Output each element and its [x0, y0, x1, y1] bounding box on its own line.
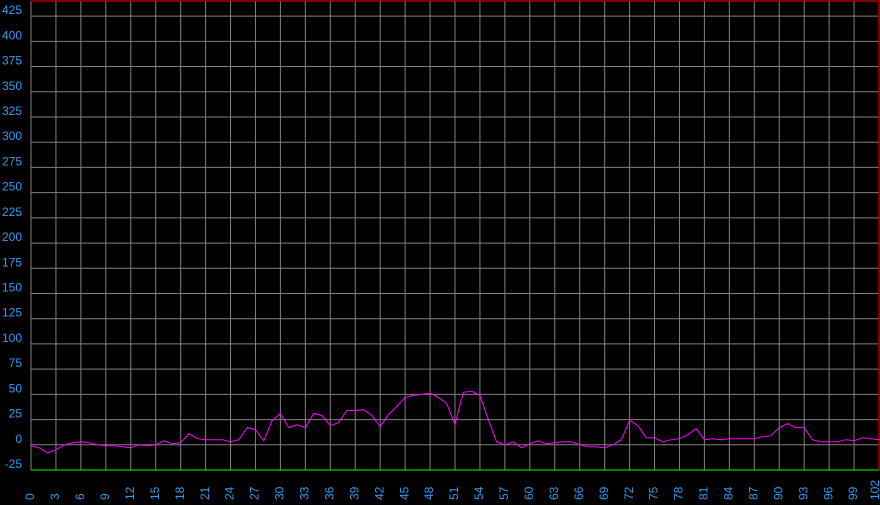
y-tick-label: 300	[2, 129, 22, 143]
y-tick-label: 125	[2, 306, 22, 320]
y-tick-label: 150	[2, 280, 22, 294]
x-tick-label: 6	[73, 493, 87, 500]
x-tick-label: 81	[697, 486, 711, 500]
y-tick-label: 275	[2, 154, 22, 168]
line-chart: -250255075100125150175200225250275300325…	[0, 0, 880, 505]
x-tick-label: 87	[746, 486, 760, 500]
x-tick-label: 36	[322, 486, 336, 500]
x-tick-label: 42	[372, 486, 386, 500]
y-tick-label: -25	[5, 457, 23, 471]
x-tick-label: 99	[846, 486, 860, 500]
x-tick-label: 93	[796, 486, 810, 500]
x-tick-label: 0	[23, 493, 37, 500]
x-tick-label: 48	[422, 486, 436, 500]
x-tick-label: 78	[672, 486, 686, 500]
x-tick-label: 24	[223, 486, 237, 500]
y-tick-label: 100	[2, 331, 22, 345]
y-tick-label: 200	[2, 230, 22, 244]
x-tick-label: 15	[148, 486, 162, 500]
x-tick-label: 63	[547, 486, 561, 500]
x-tick-label: 3	[48, 493, 62, 500]
y-tick-label: 375	[2, 54, 22, 68]
x-tick-label: 21	[198, 486, 212, 500]
x-tick-label: 84	[722, 486, 736, 500]
y-tick-label: 225	[2, 205, 22, 219]
x-tick-label: 75	[647, 486, 661, 500]
x-tick-label: 96	[821, 486, 835, 500]
x-tick-label: 66	[572, 486, 586, 500]
x-tick-label: 54	[472, 486, 486, 500]
y-tick-label: 175	[2, 255, 22, 269]
x-tick-label: 39	[347, 486, 361, 500]
x-tick-label: 18	[173, 486, 187, 500]
y-tick-label: 25	[9, 407, 23, 421]
x-tick-label: 12	[123, 486, 137, 500]
x-tick-label: 45	[397, 486, 411, 500]
x-tick-label: 33	[298, 486, 312, 500]
x-tick-label: 57	[497, 486, 511, 500]
chart-background	[0, 0, 880, 505]
y-tick-label: 400	[2, 28, 22, 42]
x-tick-label: 72	[622, 486, 636, 500]
x-tick-label: 9	[98, 493, 112, 500]
y-tick-label: 50	[9, 381, 23, 395]
y-tick-label: 350	[2, 79, 22, 93]
x-tick-label: 102	[868, 480, 880, 500]
y-tick-label: 250	[2, 180, 22, 194]
y-tick-label: 425	[2, 3, 22, 17]
x-tick-label: 69	[597, 486, 611, 500]
y-tick-label: 325	[2, 104, 22, 118]
x-tick-label: 60	[522, 486, 536, 500]
x-tick-label: 30	[273, 486, 287, 500]
x-tick-label: 90	[771, 486, 785, 500]
y-tick-label: 75	[9, 356, 23, 370]
y-tick-label: 0	[15, 432, 22, 446]
x-tick-label: 51	[447, 486, 461, 500]
x-tick-label: 27	[248, 486, 262, 500]
